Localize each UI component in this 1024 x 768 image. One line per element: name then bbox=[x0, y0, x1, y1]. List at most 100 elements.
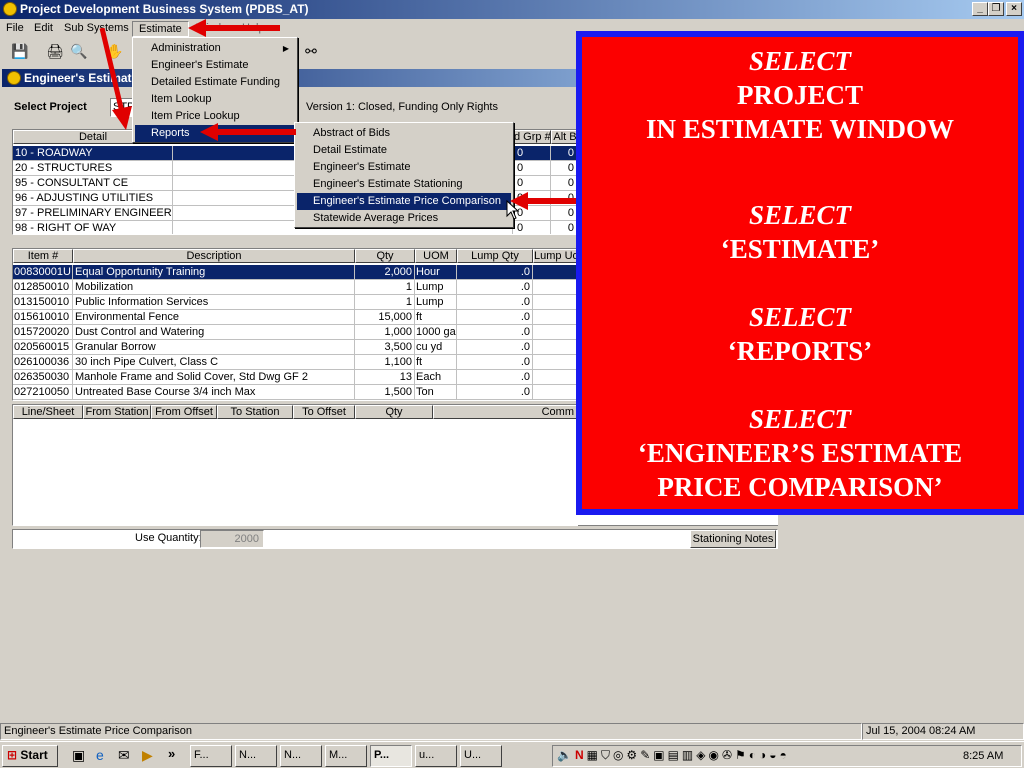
detail-group-cell[interactable]: 0 bbox=[513, 176, 551, 191]
item-number-cell[interactable]: 015720020 bbox=[13, 325, 73, 340]
detail-alt-cell[interactable]: 0 bbox=[551, 206, 577, 221]
description-header[interactable]: Description bbox=[73, 249, 355, 263]
item-qty-cell[interactable]: 1,000 bbox=[355, 325, 415, 340]
uom-header[interactable]: UOM bbox=[415, 249, 457, 263]
item-lump-qty-cell[interactable]: .0 bbox=[457, 310, 533, 325]
show-desktop-icon[interactable]: ▣ bbox=[72, 747, 85, 764]
menu-item-engineers-estimate-price-comparison[interactable]: Engineer's Estimate Price Comparison bbox=[297, 193, 511, 210]
line-sheet-header[interactable]: Line/Sheet bbox=[13, 405, 83, 419]
item-uom-cell[interactable]: cu yd bbox=[415, 340, 457, 355]
item-qty-cell[interactable]: 15,000 bbox=[355, 310, 415, 325]
item-lump-uom-cell[interactable] bbox=[533, 325, 577, 340]
item-qty-cell[interactable]: 1 bbox=[355, 295, 415, 310]
detail-cell[interactable]: 20 - STRUCTURES bbox=[13, 161, 173, 176]
detail-cell[interactable]: 98 - RIGHT OF WAY bbox=[13, 221, 173, 234]
item-lump-qty-cell[interactable]: .0 bbox=[457, 325, 533, 340]
outlook-icon[interactable]: ✉ bbox=[118, 747, 130, 764]
item-lump-uom-cell[interactable] bbox=[533, 265, 577, 280]
from-offset-header[interactable]: From Offset bbox=[151, 405, 217, 419]
detail-alt-cell[interactable]: 0 bbox=[551, 176, 577, 191]
taskbar-task-3[interactable]: N... bbox=[280, 745, 322, 767]
save-icon[interactable]: 💾 bbox=[9, 41, 31, 63]
taskbar-task-7[interactable]: U... bbox=[460, 745, 502, 767]
item-number-cell[interactable]: 027210050 bbox=[13, 385, 73, 400]
taskbar-task-2[interactable]: N... bbox=[235, 745, 277, 767]
menu-item-detailed-estimate-funding[interactable]: Detailed Estimate Funding bbox=[135, 74, 295, 91]
item-qty-cell[interactable]: 1,500 bbox=[355, 385, 415, 400]
item-qty-cell[interactable]: 2,000 bbox=[355, 265, 415, 280]
item-uom-cell[interactable]: Ton bbox=[415, 385, 457, 400]
item-description-cell[interactable]: 30 inch Pipe Culvert, Class C bbox=[73, 355, 355, 370]
taskbar-task-active[interactable]: P... bbox=[370, 745, 412, 767]
item-lump-uom-cell[interactable] bbox=[533, 280, 577, 295]
media-player-icon[interactable]: ▶ bbox=[142, 747, 153, 764]
item-number-cell[interactable]: 012850010 bbox=[13, 280, 73, 295]
item-lump-uom-cell[interactable] bbox=[533, 385, 577, 400]
item-description-cell[interactable]: Dust Control and Watering bbox=[73, 325, 355, 340]
item-qty-cell[interactable]: 3,500 bbox=[355, 340, 415, 355]
comments-header[interactable]: Comm bbox=[433, 405, 577, 419]
menu-item-engineers-estimate-report[interactable]: Engineer's Estimate bbox=[297, 159, 511, 176]
print-icon[interactable]: 🖨 bbox=[44, 41, 66, 63]
binoculars-icon[interactable]: ⚯ bbox=[300, 41, 322, 63]
detail-cell[interactable]: 95 - CONSULTANT CE bbox=[13, 176, 173, 191]
detail-cell[interactable]: 96 - ADJUSTING UTILITIES bbox=[13, 191, 173, 206]
item-lump-uom-cell[interactable] bbox=[533, 310, 577, 325]
tray-icons[interactable]: 🔈N▦⛉◎⚙✎▣▤▥◈◉✇⚑◐◑◒◓ bbox=[557, 748, 947, 764]
item-uom-cell[interactable]: Each bbox=[415, 370, 457, 385]
item-number-cell[interactable]: 015610010 bbox=[13, 310, 73, 325]
item-number-cell[interactable]: 026100036 bbox=[13, 355, 73, 370]
menu-item-engineers-estimate-stationing[interactable]: Engineer's Estimate Stationing bbox=[297, 176, 511, 193]
item-lump-qty-cell[interactable]: .0 bbox=[457, 340, 533, 355]
item-lump-qty-cell[interactable]: .0 bbox=[457, 280, 533, 295]
item-qty-cell[interactable]: 13 bbox=[355, 370, 415, 385]
menu-item-administration[interactable]: Administration ▶ bbox=[135, 40, 295, 57]
detail-group-cell[interactable]: 0 bbox=[513, 161, 551, 176]
item-description-cell[interactable]: Granular Borrow bbox=[73, 340, 355, 355]
close-icon[interactable]: × bbox=[1006, 2, 1022, 16]
menu-item-item-lookup[interactable]: Item Lookup bbox=[135, 91, 295, 108]
item-lump-qty-cell[interactable]: .0 bbox=[457, 385, 533, 400]
restore-icon[interactable]: ❐ bbox=[988, 2, 1004, 16]
item-number-cell[interactable]: 020560015 bbox=[13, 340, 73, 355]
menu-item-statewide-average-prices[interactable]: Statewide Average Prices bbox=[297, 210, 511, 227]
menu-item-abstract-of-bids[interactable]: Abstract of Bids bbox=[297, 125, 511, 142]
detail-group-cell[interactable]: 0 bbox=[513, 146, 551, 161]
item-description-cell[interactable]: Public Information Services bbox=[73, 295, 355, 310]
network-icon[interactable]: N bbox=[575, 748, 587, 762]
print-preview-icon[interactable]: 🔍 bbox=[68, 41, 90, 63]
item-lump-qty-cell[interactable]: .0 bbox=[457, 295, 533, 310]
detail-cell[interactable]: 97 - PRELIMINARY ENGINEERING bbox=[13, 206, 173, 221]
item-lump-qty-cell[interactable]: .0 bbox=[457, 370, 533, 385]
detail-alt-cell[interactable]: 0 bbox=[551, 146, 577, 161]
detail-alt-cell[interactable]: 0 bbox=[551, 161, 577, 176]
lump-uom-header[interactable]: Lump Uom bbox=[533, 249, 577, 263]
detail-alt-cell[interactable]: 0 bbox=[551, 221, 577, 234]
to-offset-header[interactable]: To Offset bbox=[293, 405, 355, 419]
taskbar-task-6[interactable]: u... bbox=[415, 745, 457, 767]
item-description-cell[interactable]: Environmental Fence bbox=[73, 310, 355, 325]
stationing-notes-button[interactable]: Stationing Notes bbox=[690, 530, 776, 548]
item-qty-cell[interactable]: 1 bbox=[355, 280, 415, 295]
qty-header[interactable]: Qty bbox=[355, 249, 415, 263]
to-station-header[interactable]: To Station bbox=[217, 405, 293, 419]
menu-estimate[interactable]: Estimate bbox=[132, 21, 189, 37]
quicklaunch-more-icon[interactable]: » bbox=[168, 746, 175, 761]
alt-header[interactable]: Alt B bbox=[551, 130, 577, 144]
item-description-cell[interactable]: Mobilization bbox=[73, 280, 355, 295]
item-qty-cell[interactable]: 1,100 bbox=[355, 355, 415, 370]
start-button[interactable]: ⊞ Start bbox=[2, 745, 58, 767]
volume-icon[interactable]: 🔈 bbox=[557, 748, 575, 762]
item-lump-uom-cell[interactable] bbox=[533, 340, 577, 355]
menu-item-engineers-estimate[interactable]: Engineer's Estimate bbox=[135, 57, 295, 74]
item-lump-uom-cell[interactable] bbox=[533, 295, 577, 310]
detail-group-cell[interactable]: 0 bbox=[513, 221, 551, 234]
station-qty-header[interactable]: Qty bbox=[355, 405, 433, 419]
item-uom-cell[interactable]: Lump bbox=[415, 280, 457, 295]
item-lump-qty-cell[interactable]: .0 bbox=[457, 355, 533, 370]
minimize-icon[interactable]: _ bbox=[972, 2, 988, 16]
menu-file[interactable]: File bbox=[0, 21, 30, 37]
item-uom-cell[interactable]: ft bbox=[415, 310, 457, 325]
menu-edit[interactable]: Edit bbox=[28, 21, 59, 37]
item-uom-cell[interactable]: Hour bbox=[415, 265, 457, 280]
